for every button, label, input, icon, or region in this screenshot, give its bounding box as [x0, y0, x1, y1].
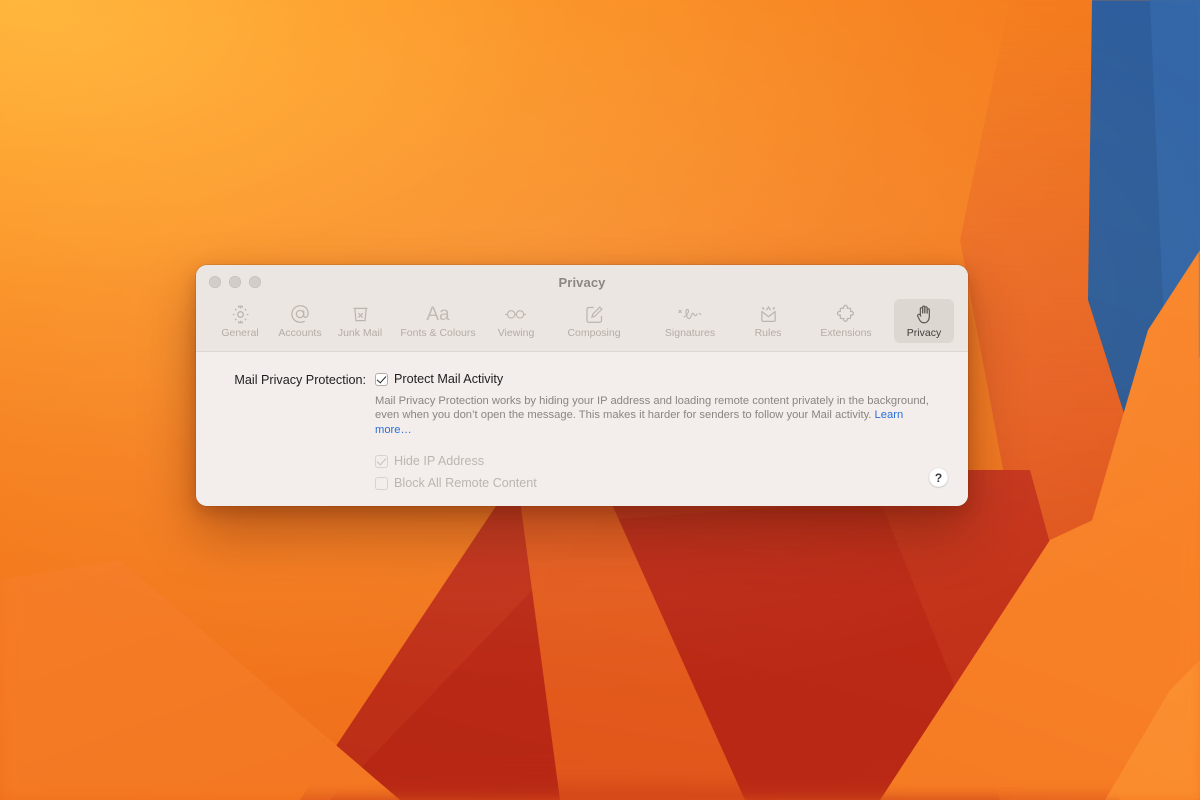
desktop-wallpaper: Privacy General Accounts Junk Mail Aa Fo… [0, 0, 1200, 800]
toolbar-item-label: Accounts [278, 327, 322, 339]
eyeglasses-icon [504, 302, 528, 326]
window-title: Privacy [558, 274, 606, 290]
mail-preferences-window: Privacy General Accounts Junk Mail Aa Fo… [196, 265, 968, 506]
title-bar[interactable]: Privacy [196, 265, 968, 299]
mail-privacy-protection-label: Mail Privacy Protection: [234, 373, 366, 387]
envelope-arrows-icon [758, 302, 779, 326]
block-all-remote-content-label: Block All Remote Content [394, 475, 537, 490]
toolbar-item-privacy[interactable]: Privacy [894, 299, 954, 343]
toolbar-item-junk-mail[interactable]: Junk Mail [330, 299, 390, 343]
block-all-remote-content-checkbox[interactable] [375, 476, 388, 490]
toolbar-item-label: Signatures [664, 327, 716, 339]
protect-mail-activity-row[interactable]: Protect Mail Activity [375, 372, 935, 387]
toolbar-item-label: Composing [567, 327, 621, 339]
hide-ip-address-checkbox[interactable] [375, 454, 388, 468]
toolbar-item-general[interactable]: General [210, 299, 270, 343]
raised-hand-icon [915, 302, 934, 326]
toolbar-item-label: Extensions [820, 327, 872, 339]
toolbar-item-label: Viewing [497, 327, 535, 339]
toolbar-item-label: Rules [754, 327, 782, 339]
help-button[interactable]: ? [929, 468, 948, 487]
mail-privacy-protection-row: Mail Privacy Protection: Protect Mail Ac… [196, 372, 968, 491]
toolbar-item-label: Privacy [906, 327, 942, 339]
toolbar-item-label: General [221, 327, 259, 339]
close-button[interactable] [209, 276, 221, 288]
aa-text-icon: Aa [426, 303, 450, 325]
window-chrome: Privacy General Accounts Junk Mail Aa Fo… [196, 265, 968, 352]
toolbar-item-composing[interactable]: Composing [546, 299, 642, 343]
minimize-button[interactable] [229, 276, 241, 288]
pencil-square-icon [584, 302, 605, 326]
block-all-remote-content-row[interactable]: Block All Remote Content [375, 476, 935, 491]
puzzle-piece-icon [835, 302, 857, 326]
toolbar-item-label: Junk Mail [337, 327, 383, 339]
signature-scribble-icon [677, 302, 703, 326]
toolbar-item-extensions[interactable]: Extensions [798, 299, 894, 343]
preferences-toolbar: General Accounts Junk Mail Aa Fonts & Co… [196, 299, 968, 352]
toolbar-item-signatures[interactable]: Signatures [642, 299, 738, 343]
privacy-sub-options: Hide IP Address Block All Remote Content [375, 454, 935, 491]
protect-mail-activity-checkbox[interactable] [375, 373, 388, 386]
hide-ip-address-row[interactable]: Hide IP Address [375, 454, 935, 469]
toolbar-item-viewing[interactable]: Viewing [486, 299, 546, 343]
toolbar-item-label: Fonts & Colours [400, 327, 476, 339]
at-sign-icon [289, 302, 311, 326]
hide-ip-address-label: Hide IP Address [394, 453, 485, 468]
protect-mail-activity-label: Protect Mail Activity [394, 372, 504, 386]
privacy-description-text: Mail Privacy Protection works by hiding … [375, 395, 929, 422]
gear-icon [230, 302, 251, 326]
zoom-button[interactable] [249, 276, 261, 288]
privacy-options-column: Protect Mail Activity Mail Privacy Prote… [375, 372, 935, 491]
traffic-light-buttons [209, 276, 261, 288]
toolbar-item-fonts-and-colours[interactable]: Aa Fonts & Colours [390, 299, 486, 343]
privacy-description: Mail Privacy Protection works by hiding … [375, 394, 931, 437]
toolbar-item-accounts[interactable]: Accounts [270, 299, 330, 343]
trash-x-icon [350, 302, 371, 326]
preferences-content-pane: Mail Privacy Protection: Protect Mail Ac… [196, 352, 968, 506]
toolbar-item-rules[interactable]: Rules [738, 299, 798, 343]
